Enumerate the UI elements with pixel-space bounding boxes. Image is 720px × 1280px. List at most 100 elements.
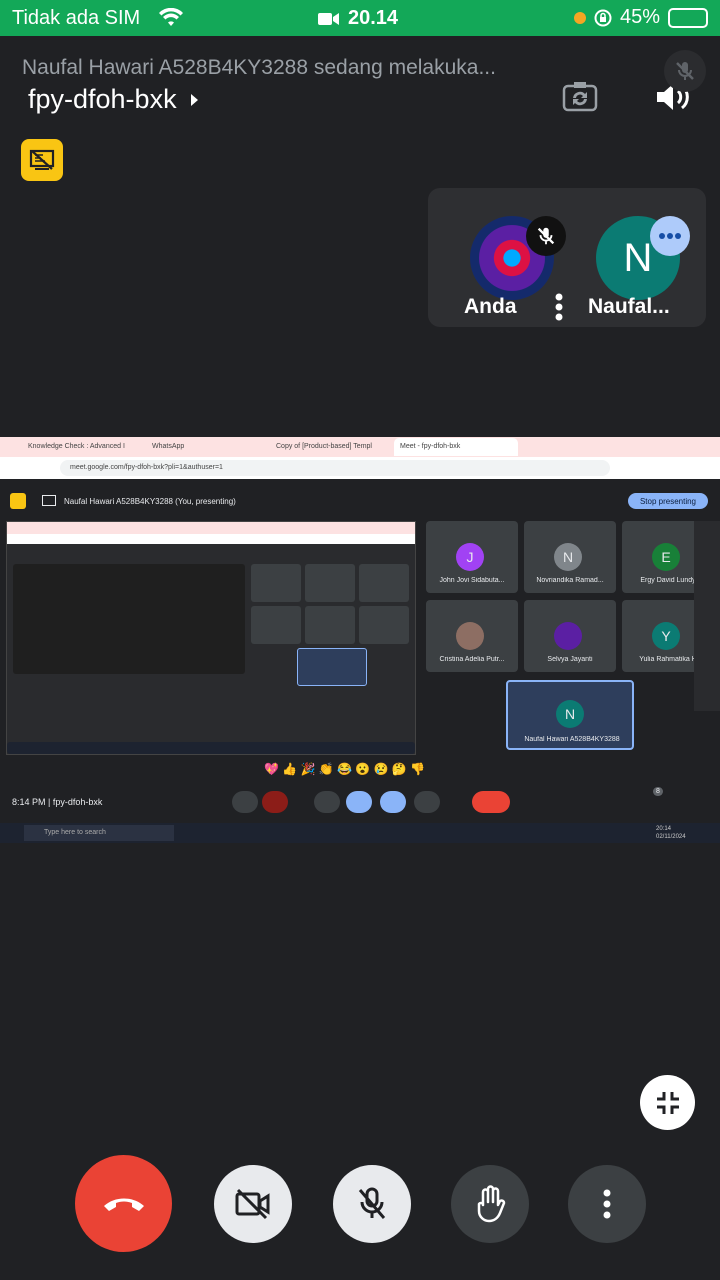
self-name: Anda [464,295,517,318]
battery-percent: 45% [619,6,660,28]
chevron-right-icon [190,93,198,106]
more-vertical-icon [603,1189,611,1219]
status-right: 45% [573,6,708,29]
clock-text: 20.14 [348,7,399,29]
self-tile[interactable]: Anda [442,202,566,321]
mic-off-icon [676,62,694,80]
shared-avatar: Y [652,622,680,650]
nested-tabs [7,522,415,534]
shared-present-control [380,791,406,813]
shared-cc-control [314,791,340,813]
shared-name: Cristina Adelia Putr... [439,656,505,663]
status-bar: Tidak ada SIM 20.14 45% [0,0,720,36]
self-muted-badge [526,216,566,256]
nested-preview [13,564,245,674]
presenting-text: Naufal Hawari A528B4KY3288 (You, present… [64,497,236,506]
shared-leave-control [472,791,510,813]
shared-avatar: N [554,543,582,571]
participant-name: Naufal... [588,295,670,318]
presentation-off-icon [10,493,26,509]
shared-meet-controls: 8:14 PM | fpy-dfoh-bxk 8 [0,787,720,815]
shared-screen: Knowledge Check : Advanced I WhatsApp Co… [0,437,720,845]
raise-hand-button[interactable] [451,1165,529,1243]
browser-tab: WhatsApp [152,443,185,450]
exit-fullscreen-button[interactable] [640,1075,695,1130]
shared-name: Novriandika Ramad... [536,577,604,584]
call-end-icon [103,1198,144,1211]
shared-tile: N Novriandika Ramad... [524,521,616,593]
shared-name: Naufal Hawari A528B4KY3288 [524,736,620,743]
shared-participant-grid: J John Jovi Sidabuta... N Novriandika Ra… [426,521,720,761]
mic-off-icon [537,227,555,245]
shared-hand-control [414,791,440,813]
shared-avatar: E [652,543,680,571]
shared-taskbar: Type here to search 20:14 02/11/2024 [0,823,720,843]
meet-screen: Tidak ada SIM 20.14 45% Naufal Hawari A5… [0,0,720,1280]
shared-emoji-control [346,791,372,813]
presenting-bar: Naufal Hawari A528B4KY3288 (You, present… [0,487,720,515]
nested-url [7,534,415,544]
nested-tile [305,564,355,602]
browser-tab: Copy of [Product-based] Templ [276,443,372,450]
shared-taskbar-time: 20:14 [656,826,672,832]
more-vertical-icon[interactable] [552,292,566,322]
video-recording-icon [318,12,339,25]
nested-tile [251,564,301,602]
video-off-icon [235,1188,270,1220]
shared-taskbar-search: Type here to search [24,825,174,841]
mic-off-icon [358,1187,386,1219]
shared-avatar [554,622,582,650]
more-options-button[interactable] [568,1165,646,1243]
nested-taskbar [7,742,415,754]
browser-url: meet.google.com/fpy-dfoh-bxk?pli=1&authu… [60,460,610,476]
shared-tile: Selvya Jayanti [524,600,616,672]
shared-mic-control [232,791,258,813]
nested-screen-preview [6,521,416,755]
nested-tile [297,648,367,686]
more-horizontal-icon [659,233,681,239]
browser-tab: Knowledge Check : Advanced I [28,443,125,450]
battery-icon [668,7,708,28]
shared-avatar: J [456,543,484,571]
shared-tile: J John Jovi Sidabuta... [426,521,518,593]
shared-name: Selvya Jayanti [547,656,593,663]
hand-icon [477,1185,506,1223]
rotation-lock-icon [594,9,612,26]
meeting-code-text: fpy-dfoh-bxk [28,84,177,114]
nested-tile [359,606,409,644]
browser-toolbar: meet.google.com/fpy-dfoh-bxk?pli=1&authu… [0,457,720,479]
nested-tile [305,606,355,644]
present-icon [42,495,56,506]
end-call-button[interactable] [75,1155,172,1252]
nested-tile [359,564,409,602]
screen-share-badge[interactable] [21,139,63,181]
stop-presenting-button: Stop presenting [628,493,708,509]
clock: 20.14 [318,7,398,30]
shared-avatar [456,622,484,650]
shared-cam-control [262,791,288,813]
meeting-code[interactable]: fpy-dfoh-bxk [28,84,201,115]
shared-people-count: 8 [653,787,663,796]
wifi-icon [159,8,183,26]
shared-taskbar-clock: 20:14 02/11/2024 [656,825,686,841]
fullscreen-exit-icon [656,1091,679,1114]
participant-tile[interactable]: N Naufal... [586,202,696,318]
camera-toggle-button[interactable] [214,1165,292,1243]
presenter-muted-badge [664,50,706,92]
speaking-badge [650,216,690,256]
switch-camera-icon[interactable] [562,80,598,112]
shared-time: 8:14 PM [12,797,46,807]
shared-taskbar-date: 02/11/2024 [656,834,686,840]
shared-emoji-bar: 💖 👍 🎉 👏 😂 😮 😢 🤔 👎 [264,762,426,776]
presenter-ticker: Naufal Hawari A528B4KY3288 sedang melaku… [22,56,496,79]
presentation-off-icon [29,149,55,170]
shared-tile: Cristina Adelia Putr... [426,600,518,672]
shared-avatar: N [556,700,584,728]
shared-meeting-info: 8:14 PM | fpy-dfoh-bxk [12,797,103,807]
location-dot-icon [573,11,586,24]
participant-tiles: Anda N Naufal... [428,188,706,327]
mic-toggle-button[interactable] [333,1165,411,1243]
nested-tile [251,606,301,644]
browser-tabs: Knowledge Check : Advanced I WhatsApp Co… [0,437,720,457]
shared-code: fpy-dfoh-bxk [52,797,103,807]
